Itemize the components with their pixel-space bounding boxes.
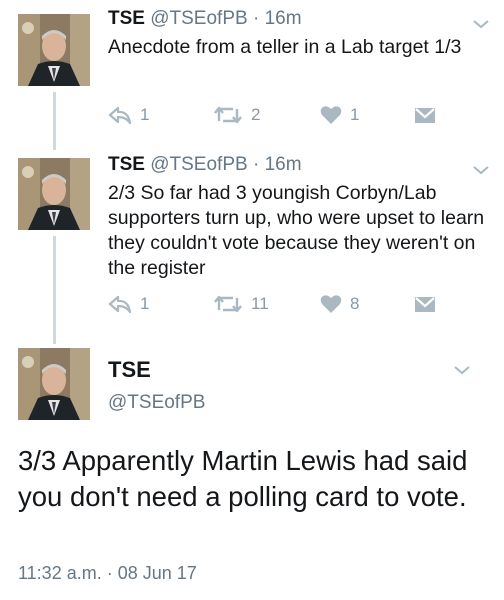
- direct-message-button[interactable]: [413, 292, 437, 316]
- tweet-time[interactable]: 16m: [265, 154, 302, 175]
- thread-connector: [53, 92, 56, 150]
- like-button[interactable]: 8: [320, 292, 359, 316]
- direct-message-button[interactable]: [413, 103, 437, 127]
- direct-message-icon: [415, 297, 435, 312]
- separator-dot: ·: [252, 8, 260, 29]
- reply-button[interactable]: 1: [108, 292, 149, 316]
- avatar[interactable]: [18, 14, 90, 86]
- chevron-down-icon[interactable]: [453, 364, 471, 376]
- heart-icon: [320, 106, 342, 124]
- tweet-timestamp[interactable]: 11:32 a.m. · 08 Jun 17: [18, 563, 197, 584]
- display-name[interactable]: TSE: [108, 357, 151, 383]
- tweet-time[interactable]: 16m: [265, 8, 302, 29]
- reply-count: 1: [140, 105, 150, 124]
- heart-icon: [320, 295, 342, 313]
- avatar[interactable]: [18, 348, 90, 420]
- user-handle[interactable]: @TSEofPB: [150, 154, 247, 175]
- retweet-button[interactable]: 2: [213, 103, 260, 127]
- direct-message-icon: [415, 108, 435, 123]
- retweet-button[interactable]: 11: [213, 292, 269, 316]
- user-handle[interactable]: @TSEofPB: [150, 8, 247, 29]
- display-name[interactable]: TSE: [108, 8, 145, 29]
- reply-icon: [108, 295, 132, 314]
- like-count: 8: [350, 294, 360, 313]
- chevron-down-icon[interactable]: [472, 164, 490, 176]
- retweet-icon: [214, 106, 242, 124]
- reply-count: 1: [140, 294, 150, 313]
- tweet-header: TSE @TSEofPB · 16m: [108, 153, 302, 177]
- tweet-actions: 1 11 8: [108, 292, 448, 316]
- retweet-count: 11: [251, 294, 269, 313]
- tweet-text: Anecdote from a teller in a Lab target 1…: [108, 36, 462, 58]
- tweet-text: 3/3 Apparently Martin Lewis had said you…: [18, 445, 468, 512]
- chevron-down-icon[interactable]: [472, 18, 490, 30]
- separator-dot: ·: [252, 154, 260, 175]
- tweet-actions: 1 2 1: [108, 103, 448, 127]
- reply-button[interactable]: 1: [108, 103, 149, 127]
- retweet-icon: [214, 295, 242, 313]
- avatar[interactable]: [18, 158, 90, 230]
- thread-connector: [53, 236, 56, 344]
- user-handle[interactable]: @TSEofPB: [108, 392, 205, 414]
- reply-icon: [108, 106, 132, 125]
- display-name[interactable]: TSE: [108, 154, 145, 175]
- tweet-text: 2/3 So far had 3 youngish Corbyn/Lab sup…: [108, 182, 485, 279]
- tweet-header: TSE @TSEofPB · 16m: [108, 7, 302, 31]
- like-count: 1: [350, 105, 360, 124]
- like-button[interactable]: 1: [320, 103, 359, 127]
- retweet-count: 2: [251, 105, 261, 124]
